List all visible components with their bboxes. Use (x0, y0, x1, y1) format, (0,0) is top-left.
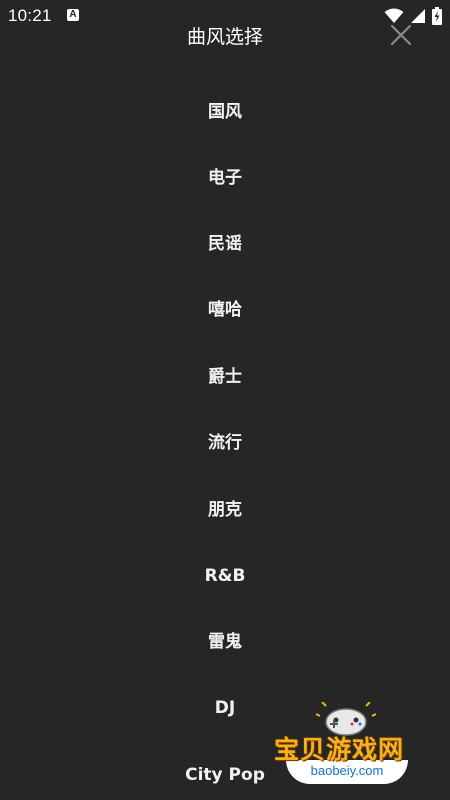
genre-item-reggae[interactable]: 雷鬼 (0, 622, 450, 662)
genre-item-jazz[interactable]: 爵士 (0, 357, 450, 397)
genre-selection-screen: 10:21 A 曲风选择 国风 电子 民谣 嘻哈 爵士 流行 朋克 R&B 雷鬼… (0, 0, 450, 800)
genre-list: 国风 电子 民谣 嘻哈 爵士 流行 朋克 R&B 雷鬼 DJ City Pop (0, 0, 450, 800)
genre-item-hiphop[interactable]: 嘻哈 (0, 290, 450, 330)
genre-item-dj[interactable]: DJ (0, 688, 450, 728)
genre-item-city-pop[interactable]: City Pop (0, 755, 450, 795)
genre-item-electronic[interactable]: 电子 (0, 158, 450, 198)
genre-item-guofeng[interactable]: 国风 (0, 92, 450, 132)
genre-item-punk[interactable]: 朋克 (0, 490, 450, 530)
genre-item-pop[interactable]: 流行 (0, 423, 450, 463)
genre-item-rnb[interactable]: R&B (0, 556, 450, 596)
genre-item-folk[interactable]: 民谣 (0, 224, 450, 264)
